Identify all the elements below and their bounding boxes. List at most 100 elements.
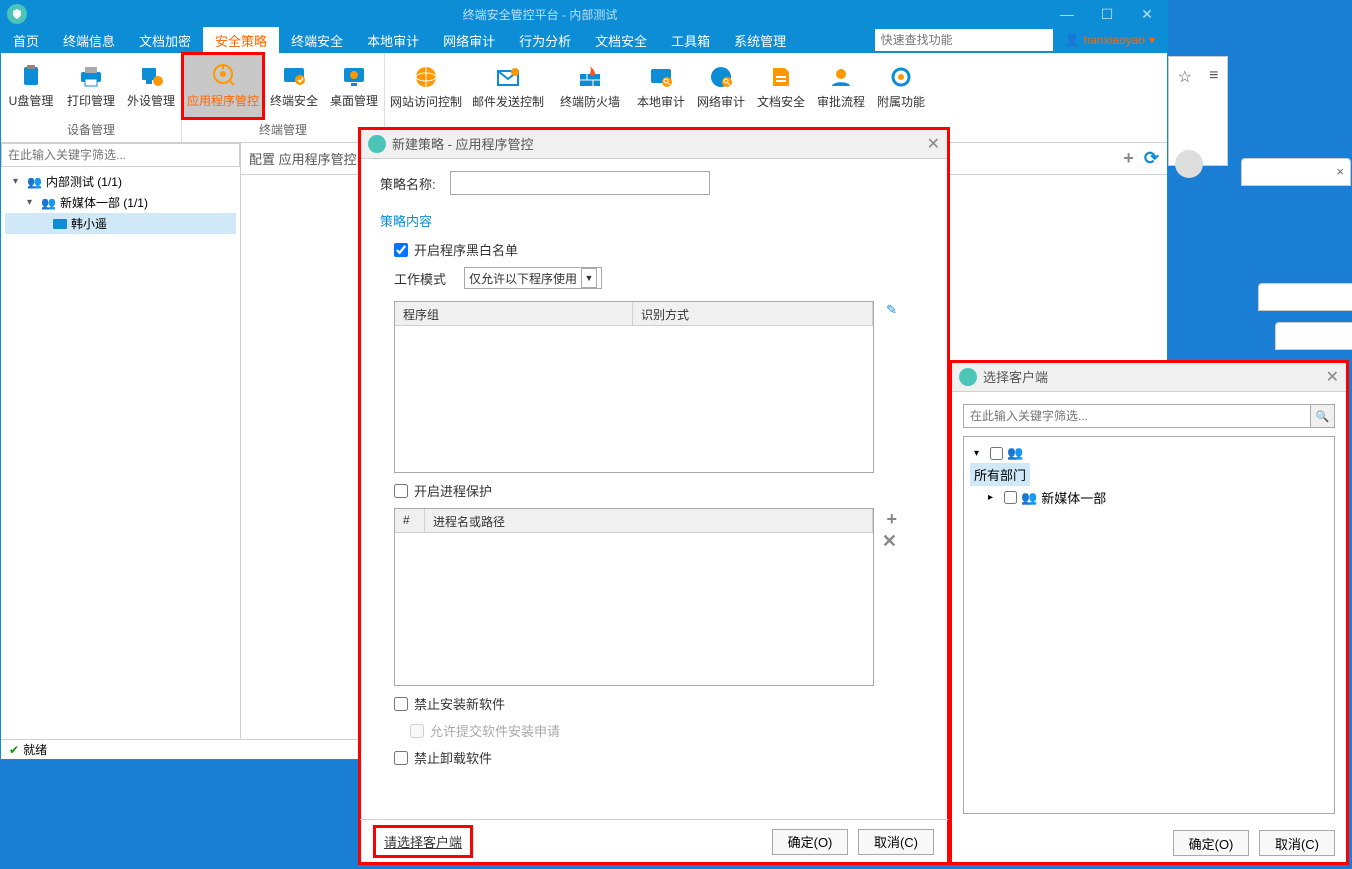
section-title: 策略内容 bbox=[380, 211, 928, 230]
ribbon-extras[interactable]: 附属功能 bbox=[871, 53, 931, 122]
tree-user[interactable]: 韩小遥 bbox=[5, 213, 236, 234]
work-mode-select[interactable]: 仅允许以下程序使用 ▼ bbox=[464, 267, 602, 289]
chk-dept[interactable] bbox=[1004, 491, 1017, 504]
search-input[interactable] bbox=[875, 29, 1053, 51]
policy-name-label: 策略名称: bbox=[380, 174, 440, 193]
close-button[interactable]: ✕ bbox=[1127, 1, 1167, 27]
doc-security-icon bbox=[765, 65, 797, 89]
ribbon-local-audit[interactable]: 本地审计 bbox=[631, 53, 691, 122]
ribbon-group-terminal: 终端管理 bbox=[182, 119, 384, 142]
client-search-input[interactable] bbox=[963, 404, 1311, 428]
gear-icon bbox=[885, 65, 917, 89]
chevron-down-icon: ▾ bbox=[13, 176, 23, 187]
background-tab: × bbox=[1258, 283, 1352, 311]
tree-root[interactable]: ▾ 👥 内部测试 (1/1) bbox=[5, 171, 236, 192]
ribbon-approval[interactable]: 审批流程 bbox=[811, 53, 871, 122]
window-title: 终端安全管控平台 - 内部测试 bbox=[33, 6, 1047, 23]
ribbon-peripheral[interactable]: 外设管理 bbox=[121, 53, 181, 119]
user-menu[interactable]: 👤 hanxiaoyao ▾ bbox=[1053, 33, 1167, 47]
menu-terminal-security[interactable]: 终端安全 bbox=[279, 27, 355, 53]
sidebar: ▾ 👥 内部测试 (1/1) ▾ 👥 新媒体一部 (1/1) 韩小遥 bbox=[1, 143, 241, 739]
menu-toolbox[interactable]: 工具箱 bbox=[659, 27, 722, 53]
program-group-grid[interactable]: 程序组 识别方式 ✎ bbox=[394, 301, 874, 473]
refresh-button[interactable]: ⟳ bbox=[1144, 148, 1159, 169]
ok-button[interactable]: 确定(O) bbox=[1173, 830, 1249, 856]
ribbon-terminal-sec[interactable]: 终端安全 bbox=[264, 53, 324, 119]
edit-icon[interactable]: ✎ bbox=[886, 302, 897, 318]
menubar: 首页 终端信息 文档加密 安全策略 终端安全 本地审计 网络审计 行为分析 文档… bbox=[1, 27, 1167, 53]
ribbon-net-audit[interactable]: 网络审计 bbox=[691, 53, 751, 122]
cancel-button[interactable]: 取消(C) bbox=[858, 829, 934, 855]
col-program-group: 程序组 bbox=[395, 302, 633, 325]
dialog-footer: 确定(O) 取消(C) bbox=[951, 823, 1347, 863]
maximize-button[interactable]: ☐ bbox=[1087, 1, 1127, 27]
minimize-button[interactable]: — bbox=[1047, 1, 1087, 27]
dialog-titlebar: 新建策略 - 应用程序管控 ✕ bbox=[360, 129, 948, 159]
col-recognition: 识别方式 bbox=[633, 302, 873, 325]
tree-root-label[interactable]: 所有部门 bbox=[970, 463, 1030, 486]
menu-doc-security[interactable]: 文档安全 bbox=[583, 27, 659, 53]
add-icon[interactable]: + bbox=[886, 509, 897, 530]
col-index: # bbox=[395, 509, 425, 532]
app-icon bbox=[368, 135, 386, 153]
people-icon: 👥 bbox=[1007, 445, 1023, 461]
delete-icon[interactable]: ✕ bbox=[882, 531, 897, 552]
desktop-icon bbox=[338, 64, 370, 88]
chk-submit-request bbox=[410, 724, 424, 738]
new-policy-dialog: 新建策略 - 应用程序管控 ✕ 策略名称: 策略内容 开启程序黑白名单 工作模式… bbox=[359, 128, 949, 864]
ribbon-doc-security[interactable]: 文档安全 bbox=[751, 53, 811, 122]
select-client-link[interactable]: 请选择客户端 bbox=[374, 826, 472, 857]
usb-icon bbox=[15, 64, 47, 88]
chk-no-uninstall[interactable] bbox=[394, 751, 408, 765]
background-tab bbox=[1275, 322, 1352, 350]
col-process: 进程名或路径 bbox=[425, 509, 873, 532]
menu-terminal-info[interactable]: 终端信息 bbox=[51, 27, 127, 53]
people-icon: 👥 bbox=[27, 175, 42, 189]
policy-name-input[interactable] bbox=[450, 171, 710, 195]
ribbon-firewall[interactable]: 终端防火墙 bbox=[549, 53, 631, 122]
dialog-footer: 请选择客户端 确定(O) 取消(C) bbox=[360, 819, 948, 863]
menu-system[interactable]: 系统管理 bbox=[722, 27, 798, 53]
user-icon: 👤 bbox=[1065, 33, 1080, 47]
menu-security-policy[interactable]: 安全策略 bbox=[203, 27, 279, 53]
ribbon-print[interactable]: 打印管理 bbox=[61, 53, 121, 119]
ok-button[interactable]: 确定(O) bbox=[772, 829, 848, 855]
sidebar-filter-input[interactable] bbox=[1, 143, 240, 167]
chk-root[interactable] bbox=[990, 447, 1003, 460]
process-grid[interactable]: # 进程名或路径 + ✕ bbox=[394, 508, 874, 686]
ribbon-usb[interactable]: U盘管理 bbox=[1, 53, 61, 119]
close-icon[interactable]: ✕ bbox=[927, 134, 940, 154]
app-control-icon bbox=[207, 64, 239, 88]
select-client-dialog: 选择客户端 ✕ 🔍 ▾ 👥 所有部门 ▸ 👥 新媒体一部 确定(O) bbox=[950, 361, 1348, 864]
chk-blacklist[interactable] bbox=[394, 243, 408, 257]
menu-home[interactable]: 首页 bbox=[1, 27, 51, 53]
chevron-down-icon: ▾ bbox=[974, 448, 986, 459]
add-button[interactable]: + bbox=[1123, 148, 1134, 169]
ribbon-mail-control[interactable]: 邮件发送控制 bbox=[467, 53, 549, 122]
work-mode-label: 工作模式 bbox=[394, 269, 454, 288]
firewall-icon bbox=[574, 65, 606, 89]
dialog-titlebar: 选择客户端 ✕ bbox=[951, 362, 1347, 392]
chevron-right-icon: ▸ bbox=[988, 492, 1000, 503]
ribbon-web-control[interactable]: 网站访问控制 bbox=[385, 53, 467, 122]
tree-dept[interactable]: ▾ 👥 新媒体一部 (1/1) bbox=[5, 192, 236, 213]
cancel-button[interactable]: 取消(C) bbox=[1259, 830, 1335, 856]
web-icon bbox=[410, 65, 442, 89]
ribbon-group-device: 设备管理 bbox=[1, 119, 181, 142]
menu-doc-encrypt[interactable]: 文档加密 bbox=[127, 27, 203, 53]
ribbon-app-control[interactable]: 应用程序管控 bbox=[182, 53, 264, 119]
chevron-down-icon: ▾ bbox=[1149, 33, 1155, 47]
tree-root-all[interactable]: ▾ 👥 bbox=[970, 443, 1328, 463]
chk-no-install[interactable] bbox=[394, 697, 408, 711]
tree-dept-item[interactable]: ▸ 👥 新媒体一部 bbox=[970, 486, 1328, 509]
search-button[interactable]: 🔍 bbox=[1311, 404, 1335, 428]
titlebar: 终端安全管控平台 - 内部测试 — ☐ ✕ bbox=[1, 1, 1167, 27]
chk-process-protect[interactable] bbox=[394, 484, 408, 498]
close-icon[interactable]: ✕ bbox=[1326, 367, 1339, 387]
background-browser-toolbar: ☆ ≡ bbox=[1168, 56, 1228, 166]
chevron-down-icon: ▼ bbox=[581, 268, 597, 288]
menu-behavior[interactable]: 行为分析 bbox=[507, 27, 583, 53]
menu-network-audit[interactable]: 网络审计 bbox=[431, 27, 507, 53]
menu-local-audit[interactable]: 本地审计 bbox=[355, 27, 431, 53]
ribbon-desktop[interactable]: 桌面管理 bbox=[324, 53, 384, 119]
